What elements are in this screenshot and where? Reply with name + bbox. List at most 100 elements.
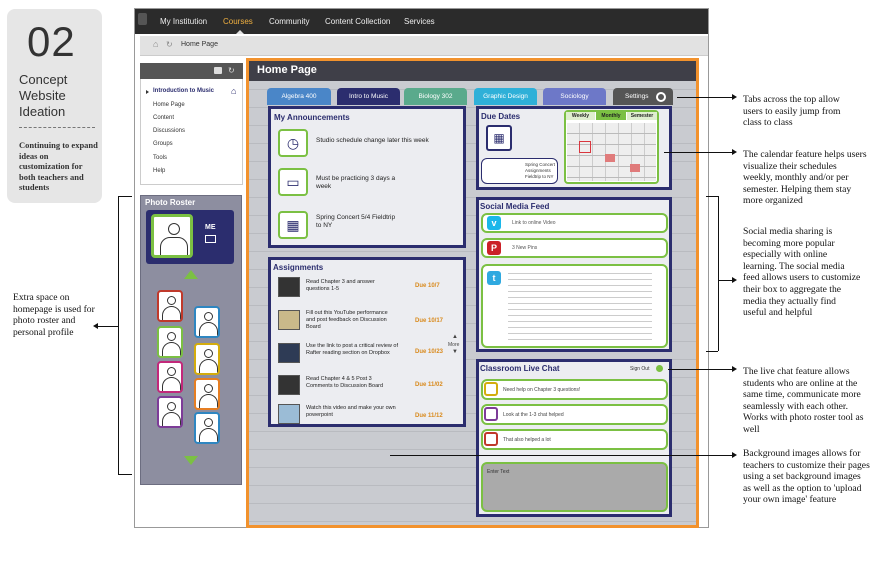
assignments-down-arrow-icon[interactable]: ▼ [452,349,458,355]
legend-item: Fieldtrip to NY [525,174,554,179]
view-monthly[interactable]: Monthly [596,112,626,120]
announcement-item[interactable]: Must be practicing 3 days a week [316,175,406,191]
note-social: Social media sharing is becoming more po… [743,226,861,319]
online-status-icon [656,365,663,372]
assignment-due: Due 11/02 [415,382,443,388]
profile-card-icon [205,235,216,243]
calendar-event[interactable] [605,154,615,162]
concept-description: Continuing to expand ideas on customizat… [19,140,98,192]
chat-message-text: Need help on Chapter 3 questions! [503,387,581,393]
concept-number: 02 [27,18,76,65]
breadcrumb[interactable]: Home Page [181,41,218,48]
tab-algebra[interactable]: Algebra 400 [267,88,331,105]
vimeo-action[interactable]: Watch Now [630,220,657,226]
app-logo-icon [138,13,147,25]
roster-down-arrow-icon[interactable] [184,456,198,465]
menu-help[interactable]: Help [153,168,165,174]
folder-icon[interactable] [214,67,222,74]
twitter-embed[interactable] [508,270,652,342]
vimeo-icon: v [487,216,501,230]
assignment-text[interactable]: Watch this video and make your own power… [306,405,398,419]
settings-gear-icon[interactable] [656,92,666,102]
assignment-text[interactable]: Read Chapter 4 & 5 Post 3 Comments to Di… [306,376,398,390]
assignments-more[interactable]: More [448,342,459,348]
chat-avatar[interactable] [484,407,498,421]
nav-my-institution[interactable]: My Institution [160,9,207,34]
roster-avatar[interactable] [157,326,183,358]
home-icon[interactable]: ⌂ [153,40,162,49]
assignment-text[interactable]: Fill out this YouTube performance and po… [306,310,398,331]
social-bracket [718,196,719,351]
roster-pointer [97,326,118,327]
assignment-due: Due 10/23 [415,349,444,355]
tab-intro-music[interactable]: Intro to Music [337,88,400,105]
live-chat-title: Classroom Live Chat [480,364,560,373]
bus-icon: ▦ [278,211,308,239]
nav-content-collection[interactable]: Content Collection [325,9,390,34]
photo-roster-title: Photo Roster [145,198,196,207]
course-home-icon[interactable]: ⌂ [231,86,236,96]
calendar-event[interactable] [630,164,640,172]
announcement-item[interactable]: Studio schedule change later this week [316,137,456,145]
assignment-text[interactable]: Read Chapter 3 and answer questions 1-5 [306,279,398,293]
nav-services[interactable]: Services [404,9,435,34]
assignments-up-arrow-icon[interactable]: ▲ [452,334,458,340]
tab-graphic-design[interactable]: Graphic Design [474,88,537,105]
calendar-selected-day[interactable] [579,141,591,153]
tab-biology[interactable]: Biology 302 [404,88,467,105]
assignment-due: Due 10/7 [415,283,440,289]
assignments-title: Assignments [273,263,324,272]
menu-groups[interactable]: Groups [153,141,173,147]
assignment-due: Due 10/17 [415,318,444,324]
roster-pointer-tip [93,323,98,329]
menu-tools[interactable]: Tools [153,155,167,161]
social-bracket-top [706,196,718,197]
roster-avatar[interactable] [157,290,183,322]
roster-bracket-bottom [118,474,132,475]
my-avatar[interactable] [151,214,193,258]
assignment-thumbnail [278,343,300,363]
note-roster: Extra space on homepage is used for phot… [13,292,95,338]
active-nav-caret-icon [236,30,244,34]
menu-content[interactable]: Content [153,115,174,121]
social-pointer-tip [732,277,737,283]
menu-course-title[interactable]: Introduction to Music [153,88,214,94]
social-pointer [718,280,732,281]
course-arrow-icon [146,90,150,94]
assignment-text[interactable]: Use the link to post a critical review o… [306,343,398,357]
tab-sociology[interactable]: Sociology [543,88,606,105]
pinterest-action[interactable]: View Project Pinboard [601,245,654,251]
menu-refresh-icon[interactable]: ↻ [228,66,235,75]
roster-avatar[interactable] [194,343,220,375]
assignment-thumbnail [278,375,300,395]
menu-discussions[interactable]: Discussions [153,128,185,134]
announcement-item[interactable]: Spring Concert 5/4 Fieldtrip to NY [316,214,396,230]
chat-pointer [668,369,732,370]
note-chat: The live chat feature allows students wh… [743,366,864,435]
course-menu [140,63,243,185]
roster-avatar[interactable] [194,306,220,338]
view-semester[interactable]: Semester [627,112,657,120]
nav-community[interactable]: Community [269,9,309,34]
chat-sign-out[interactable]: Sign Out [630,366,649,372]
refresh-icon[interactable]: ↻ [166,40,175,49]
due-dates-title: Due Dates [481,112,521,121]
roster-avatar[interactable] [157,361,183,393]
concept-title: Concept Website Ideation [19,72,68,119]
chat-avatar[interactable] [484,432,498,446]
roster-avatar[interactable] [194,378,220,410]
roster-up-arrow-icon[interactable] [184,270,198,279]
menu-home-page[interactable]: Home Page [153,102,185,108]
roster-avatar[interactable] [194,412,220,444]
assignment-thumbnail [278,404,300,424]
note-tabs: Tabs across the top allow users to easil… [743,94,841,129]
roster-avatar[interactable] [157,396,183,428]
background-pointer-tip [732,452,737,458]
assignment-due: Due 11/12 [415,413,443,419]
teacher-board-icon: ▭ [278,168,308,196]
avatar-head [168,223,180,235]
main-title: Home Page [257,64,317,76]
view-weekly[interactable]: Weekly [566,112,595,120]
me-label: ME [205,224,216,231]
chat-avatar[interactable] [484,382,498,396]
